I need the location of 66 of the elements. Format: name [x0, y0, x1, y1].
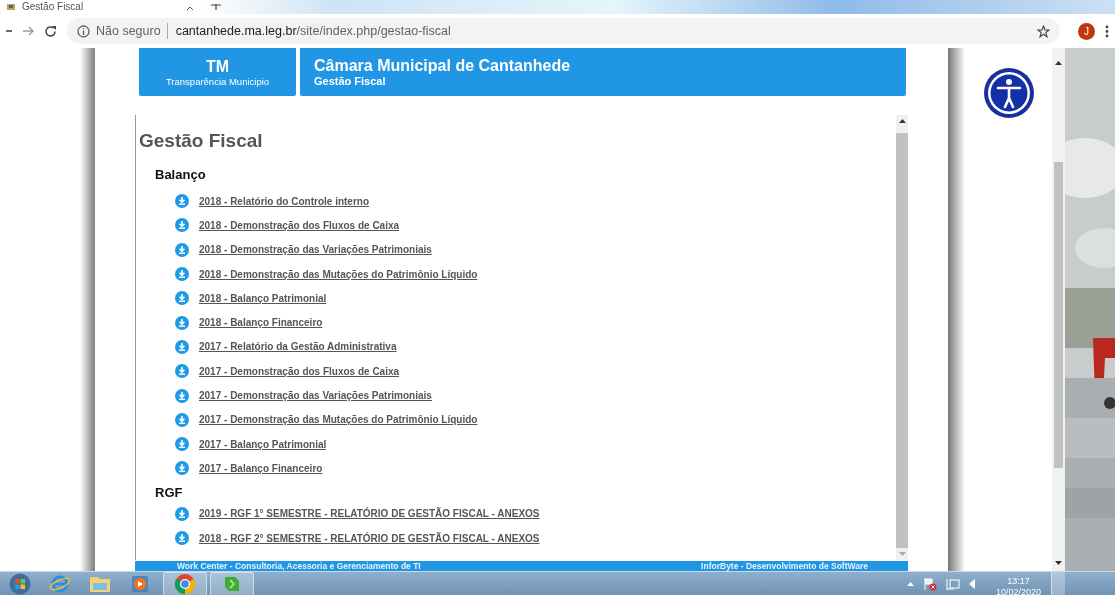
flag-error-icon[interactable] [922, 577, 937, 591]
scroll-up-icon[interactable] [898, 119, 906, 123]
document-link[interactable]: 2017 - Demonstração dos Fluxos de Caixa [199, 365, 400, 377]
scroll-up-icon[interactable] [1055, 61, 1062, 65]
media-player-icon[interactable] [130, 574, 150, 594]
star-icon[interactable] [1037, 24, 1050, 38]
logo-title: TM [205, 58, 230, 75]
scroll-down-icon[interactable] [1055, 561, 1062, 565]
show-hidden-icon[interactable] [906, 582, 914, 586]
accessibility-icon[interactable] [982, 67, 1035, 119]
download-icon[interactable] [175, 437, 189, 452]
download-icon[interactable] [175, 339, 189, 354]
folder-icon[interactable] [88, 574, 112, 594]
document-link[interactable]: 2018 - Balanço Patrimonial [199, 292, 327, 304]
download-icon[interactable] [175, 291, 189, 306]
document-link[interactable]: 2017 - Demonstração das Mutações do Patrimônio Líquido [199, 414, 478, 426]
document-link[interactable]: 2017 - Balanço Patrimonial [199, 438, 327, 450]
site-favicon-icon [6, 3, 16, 11]
download-icon[interactable] [175, 412, 189, 427]
internet-explorer-icon[interactable] [49, 574, 71, 594]
download-icon[interactable] [175, 267, 189, 282]
security-label: Não seguro [96, 24, 161, 38]
document-link[interactable]: 2017 - Balanço Financeiro [199, 462, 323, 474]
section-heading: Balanço [155, 167, 207, 183]
document-link[interactable]: 2017 - Relatório da Gestão Administrativa [199, 341, 397, 353]
address-bar[interactable]: Não seguro cantanhede.ma.leg.br/site/index.php/gestao-fiscal [67, 18, 1060, 44]
document-link[interactable]: 2018 - Balanço Financeiro [199, 317, 323, 329]
url-text: cantanhede.ma.leg.br/site/index.php/gestao-fiscal [175, 24, 451, 38]
logo-subtitle: Transparência Municipio [165, 76, 270, 87]
document-link[interactable]: 2018 - RGF 2° SEMESTRE - RELATÓRIO DE GESTÃO FISCAL - ANEXOS [199, 532, 540, 544]
download-icon[interactable] [175, 364, 189, 379]
document-link[interactable]: 2018 - Demonstração das Mutações do Patrimônio Líquido [199, 268, 478, 280]
profile-avatar[interactable]: J [1078, 22, 1095, 40]
section-heading: RGF [155, 484, 184, 501]
document-link[interactable]: 2019 - RGF 1° SEMESTRE - RELATÓRIO DE GESTÃO FISCAL - ANEXOS [199, 508, 540, 520]
download-icon[interactable] [175, 461, 189, 476]
footer-credit: Work Center - Consultoria, Acessoria e Gerenciamento de TI [177, 561, 421, 571]
download-icon[interactable] [175, 506, 189, 521]
site-title: Câmara Municipal de Cantanhede [314, 57, 572, 75]
site-subtitle: Gestão Fiscal [314, 75, 387, 87]
frame-scrollbar[interactable] [896, 115, 908, 560]
show-desktop-button[interactable] [1051, 572, 1065, 595]
forward-icon[interactable] [22, 25, 34, 37]
download-icon[interactable] [175, 194, 189, 209]
back-icon[interactable] [6, 29, 12, 33]
speaker-icon[interactable] [968, 579, 975, 589]
network-icon[interactable] [945, 577, 960, 591]
chrome-icon[interactable] [174, 573, 196, 595]
document-link[interactable]: 2018 - Demonstração das Variações Patrimoniais [199, 244, 432, 256]
download-icon[interactable] [175, 315, 189, 330]
document-link[interactable]: 2017 - Demonstração das Variações Patrimoniais [199, 390, 432, 401]
page-scrollbar[interactable] [1052, 48, 1065, 571]
document-link[interactable]: 2018 - Demonstração dos Fluxos de Caixa [199, 219, 400, 231]
footer-credit: InforByte - Desenvolvimento de SoftWare [701, 561, 868, 571]
download-icon[interactable] [175, 531, 189, 545]
download-icon[interactable] [175, 242, 189, 257]
download-icon[interactable] [175, 388, 189, 403]
document-link[interactable]: 2018 - Relatório do Controle interno [199, 195, 370, 207]
reload-icon[interactable] [44, 24, 57, 38]
download-icon[interactable] [175, 218, 189, 233]
tab-title[interactable]: Gestão Fiscal [22, 1, 84, 13]
page-title: Gestão Fiscal [139, 129, 264, 153]
tab-close-icon[interactable] [186, 6, 194, 11]
info-icon [77, 24, 90, 38]
menu-icon[interactable] [1105, 24, 1109, 38]
start-button[interactable] [9, 573, 31, 595]
